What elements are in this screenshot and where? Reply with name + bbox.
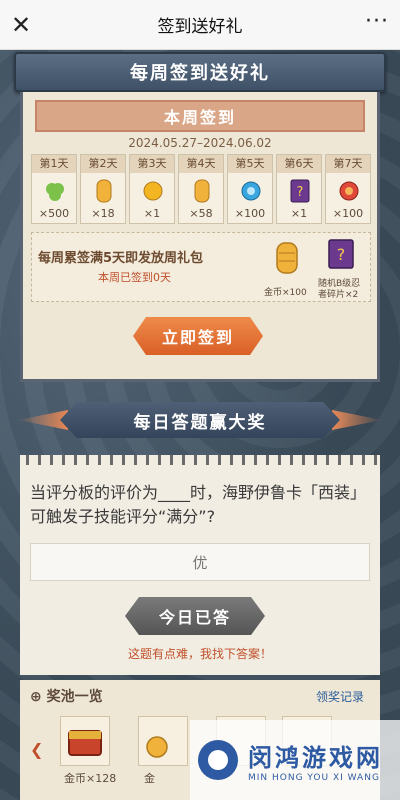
quiz-question: 当评分板的评价为____时，海野伊鲁卡「西装」可触发子技能评分“满分”? [30, 483, 367, 526]
watermark-logo-icon [198, 740, 238, 780]
day-reward-count: ×1 [143, 207, 161, 220]
day-cell: 第3天 ×1 [129, 154, 175, 224]
weekly-signin-banner: 每周签到送好礼 [14, 52, 386, 92]
weekly-bonus-box: 每周累签满5天即发放周礼包 本周已签到0天 ? 金币×100 随机B级忍者碎片×… [31, 232, 371, 302]
red-gem-icon [339, 181, 359, 201]
bonus-rule-text: 每周累签满5天即发放周礼包 [38, 251, 204, 266]
day-label: 第3天 [130, 155, 174, 173]
day-cell: 第5天 ×100 [227, 154, 273, 224]
day-cell: 第4天 ×58 [178, 154, 224, 224]
close-icon[interactable]: ✕ [8, 12, 34, 38]
bonus-item1-label: 金币×100 [264, 288, 307, 298]
quiz-card: 当评分板的评价为____时，海野伊鲁卡「西装」可触发子技能评分“满分”? 优 今… [20, 455, 380, 675]
gold-coin-stack-icon [96, 179, 112, 203]
days-row: 第1天 ×500 第2天 ×18 第3天 ×1 第4天 ×58 第5天 ×100 第6天? ×1 第7天… [31, 154, 371, 224]
this-week-header: 本周签到 [35, 100, 365, 132]
day-cell: 第2天 ×18 [80, 154, 126, 224]
prize-item[interactable] [60, 716, 110, 766]
day-label: 第2天 [81, 155, 125, 173]
gold-coin-stack-icon [194, 179, 210, 203]
day-label: 第4天 [179, 155, 223, 173]
watermark-cn: 闵鸿游戏网 [248, 743, 383, 772]
bonus-progress-prefix: 本周已签到 [98, 271, 153, 284]
day-reward-count: ×100 [332, 207, 364, 220]
bonus-progress-count: 0 [153, 271, 160, 284]
day-cell: 第1天 ×500 [31, 154, 77, 224]
prize-item[interactable] [138, 716, 188, 766]
sign-in-now-button[interactable]: 立即签到 [133, 317, 263, 355]
prize2-label: 金 [144, 772, 155, 785]
notebook-rings [20, 455, 380, 465]
day-reward-count: ×18 [91, 207, 115, 220]
day-label: 第1天 [32, 155, 76, 173]
bonus-item2-label: 随机B级忍者碎片×2 [318, 279, 361, 300]
day-label: 第7天 [326, 155, 370, 173]
more-options-icon[interactable]: ··· [364, 11, 390, 38]
daily-quiz-banner: 每日答题赢大奖 [60, 402, 340, 438]
svg-text:?: ? [337, 245, 346, 264]
mystery-fragment-icon: ? [328, 239, 354, 269]
weekly-signin-panel: 本周签到 2024.05.27–2024.06.02 第1天 ×500 第2天 ×18… [20, 92, 380, 382]
day-label: 第5天 [228, 155, 272, 173]
scroll-left-arrow-icon[interactable]: ❮ [30, 740, 50, 759]
site-watermark: 闵鸿游戏网 MIN HONG YOU XI WANG [190, 720, 400, 800]
day-cell: 第6天? ×1 [276, 154, 322, 224]
quiz-answer-option[interactable]: 优 [30, 543, 370, 581]
date-range: 2024.05.27–2024.06.02 [128, 136, 272, 150]
bonus-progress-text: 本周已签到0天 [98, 269, 171, 285]
treasure-chest-icon [68, 730, 102, 756]
day-label: 第6天 [277, 155, 321, 173]
green-material-icon [46, 183, 64, 201]
day-reward-count: ×1 [290, 207, 308, 220]
bonus-progress-suffix: 天 [160, 271, 171, 284]
day-reward-count: ×500 [38, 207, 70, 220]
top-nav-bar: ✕ 签到送好礼 ··· [0, 0, 400, 50]
prize-record-link[interactable]: 领奖记录 [316, 688, 364, 705]
prize-pool-title: ⊕ 奖池一览 [30, 689, 103, 705]
day-reward-count: ×58 [189, 207, 213, 220]
prize1-label: 金币×128 [64, 772, 117, 785]
gold-coin-icon [146, 736, 168, 758]
page-title: 签到送好礼 [157, 17, 243, 37]
svg-text:?: ? [297, 185, 304, 200]
mystery-fragment-icon: ? [290, 179, 310, 203]
answered-today-button[interactable]: 今日已答 [125, 597, 265, 635]
find-answer-link[interactable]: 这题有点难，我找下答案！ [20, 645, 380, 662]
watermark-en: MIN HONG YOU XI WANG [248, 772, 380, 783]
blue-gem-icon [241, 181, 261, 201]
day-cell: 第7天 ×100 [325, 154, 371, 224]
day-reward-count: ×100 [234, 207, 266, 220]
gold-coin-stack-icon [276, 242, 298, 274]
gold-orb-icon [143, 181, 163, 201]
